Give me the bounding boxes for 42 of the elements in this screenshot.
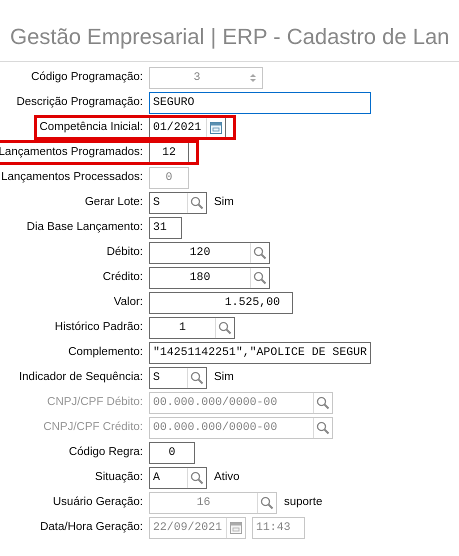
field-label: Crédito: — [102, 270, 143, 285]
field-label: Gerar Lote: — [84, 194, 143, 210]
field-label: Lançamentos Processados: — [1, 170, 143, 185]
window-title: Gestão Empresarial | ERP - Cadastro de Lan — [10, 23, 450, 51]
field-label: Valor: — [114, 294, 143, 310]
field-label: Descrição Programação: — [16, 94, 143, 110]
search-icon[interactable] — [190, 196, 204, 210]
field-label: Competência Inicial: — [39, 120, 143, 135]
value-description: Ativo — [214, 470, 240, 485]
field-label: Débito: — [106, 244, 143, 260]
field-label: Indicador de Sequência: — [18, 370, 143, 385]
input-field[interactable]: 1.525,00 — [149, 292, 293, 314]
field-label: Situação: — [95, 470, 143, 485]
value-description: Sim — [214, 370, 234, 385]
search-icon[interactable] — [253, 246, 267, 260]
input-field[interactable]: 180 — [149, 266, 270, 288]
input-field[interactable]: A — [149, 466, 207, 488]
field-label: Data/Hora Geração: — [40, 520, 143, 535]
search-icon[interactable] — [190, 470, 204, 484]
field-label: Histórico Padrão: — [54, 320, 143, 335]
search-icon[interactable] — [253, 270, 267, 284]
input-field[interactable]: 0 — [149, 442, 195, 464]
field-label: Usuário Geração: — [52, 494, 143, 510]
search-icon[interactable] — [190, 370, 204, 384]
field-label: CNPJ/CPF Crédito: — [43, 420, 143, 435]
input-field[interactable]: SEGURO — [149, 92, 371, 114]
input-field[interactable]: S — [149, 366, 207, 388]
field-label: Código Regra: — [68, 444, 143, 460]
field-label: Código Programação: — [31, 70, 143, 85]
field-label: Dia Base Lançamento: — [26, 220, 143, 235]
search-icon[interactable] — [218, 320, 232, 334]
input-field[interactable]: 120 — [149, 242, 270, 264]
value-description: suporte — [284, 494, 322, 510]
calendar-icon — [230, 522, 242, 534]
calendar-icon[interactable] — [210, 122, 222, 134]
input-field[interactable]: 1 — [149, 316, 235, 338]
input-field[interactable]: S — [149, 192, 207, 214]
input-field[interactable]: "14251142251","APOLICE DE SEGUR — [149, 342, 371, 364]
input-field[interactable]: 31 — [149, 216, 182, 238]
field-label: CNPJ/CPF Débito: — [47, 394, 143, 410]
field-label: Complemento: — [68, 344, 143, 360]
value-description: Sim — [214, 194, 234, 210]
